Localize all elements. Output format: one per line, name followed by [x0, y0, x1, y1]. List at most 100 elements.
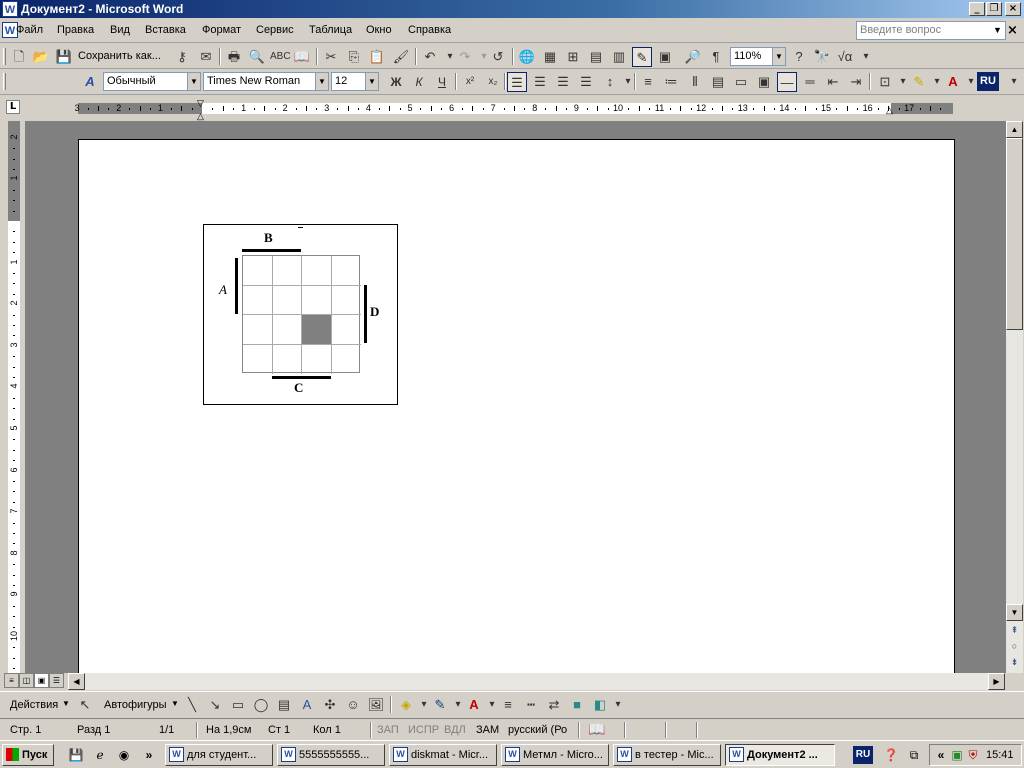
toolbar-grip[interactable] [3, 48, 6, 65]
text-box-tool-icon[interactable]: ▤ [274, 695, 294, 715]
frame-icon[interactable]: ▭ [731, 72, 751, 92]
select-objects-icon[interactable]: ↖ [75, 695, 95, 715]
browse-object-icon[interactable]: ○ [1006, 641, 1023, 656]
textbox-icon[interactable]: ▣ [754, 72, 774, 92]
scroll-down-icon[interactable]: ▼ [1006, 604, 1023, 621]
next-page-icon[interactable]: ⇟ [1006, 657, 1023, 672]
start-button[interactable]: Пуск [2, 744, 54, 766]
tab-stop-selector[interactable]: L [6, 100, 20, 114]
insert-excel-icon[interactable]: ▤ [586, 47, 606, 67]
draw-font-color-icon[interactable]: A [464, 695, 484, 715]
taskbar-item-active[interactable]: W Документ2 ... [725, 744, 835, 766]
line-color-icon[interactable]: ✎ [430, 695, 450, 715]
email-icon[interactable]: ✉ [196, 47, 216, 67]
toolbar-options-icon[interactable]: ▾ [608, 695, 628, 715]
actions-menu[interactable]: Действия [10, 699, 58, 711]
left-indent-marker[interactable]: △ [197, 112, 204, 121]
menu-insert[interactable]: Вставка [145, 24, 186, 36]
close-document-button[interactable]: × [1004, 22, 1021, 39]
horizontal-scrollbar[interactable]: ◀ ▶ [68, 673, 1005, 690]
outline-view-icon[interactable]: ☰ [49, 673, 64, 688]
quicklaunch-more-icon[interactable]: » [140, 746, 158, 764]
web-view-icon[interactable]: ◫ [19, 673, 34, 688]
previous-page-icon[interactable]: ⇞ [1006, 625, 1023, 640]
clipart-icon[interactable]: ☺ [343, 695, 363, 715]
chevron-down-icon[interactable]: ▼ [772, 48, 785, 65]
undo-icon[interactable]: ↶ [420, 47, 440, 67]
border-icon[interactable]: ▤ [708, 72, 728, 92]
quicklaunch-desktop-icon[interactable]: 💾 [67, 746, 85, 764]
align-left-icon[interactable]: ☰ [507, 72, 527, 92]
close-button[interactable]: × [1005, 2, 1021, 16]
taskbar-item[interactable]: W Метмл - Micro... [501, 744, 609, 766]
taskbar-item[interactable]: Wв тестер - Mic... [613, 744, 721, 766]
permission-icon[interactable]: ⚷ [172, 47, 192, 67]
taskbar-item[interactable]: Wдля студент... [165, 744, 273, 766]
spelling-status-icon[interactable]: 📖 [588, 721, 605, 738]
help-tray-icon[interactable]: ❓ [882, 746, 900, 764]
vertical-scrollbar[interactable]: ▲ ▼ [1006, 121, 1023, 673]
highlight-icon[interactable]: ✎ [909, 72, 929, 92]
thumbnails-icon[interactable]: 🔎 [683, 47, 703, 67]
restore-button[interactable]: ❐ [986, 2, 1002, 16]
language-indicator[interactable]: RU [853, 746, 873, 764]
oval-tool-icon[interactable]: ◯ [251, 695, 271, 715]
window-switch-icon[interactable]: ⧉ [905, 746, 923, 764]
quicklaunch-ie-icon[interactable]: ℯ [91, 746, 109, 764]
word-app-icon[interactable]: W [2, 1, 18, 17]
research-icon[interactable]: 📖 [292, 47, 312, 67]
toolbar-options-icon[interactable]: ▾ [1004, 72, 1024, 92]
document-page[interactable]: B A D C [78, 139, 955, 673]
fill-color-icon[interactable]: ◈ [396, 695, 416, 715]
align-center-icon[interactable]: ☰ [530, 72, 550, 92]
columns-format-icon[interactable]: ⫴ [685, 72, 705, 92]
justify-icon[interactable]: ☰ [576, 72, 596, 92]
quicklaunch-media-icon[interactable]: ◉ [115, 746, 133, 764]
copy-icon[interactable]: ⎘ [344, 47, 364, 67]
save-as-button[interactable]: Сохранить как... [78, 50, 161, 62]
print-preview-icon[interactable]: 🔍 [247, 47, 267, 67]
numbering-icon[interactable]: ≡ [638, 72, 658, 92]
tables-borders-icon[interactable]: ▦ [540, 47, 560, 67]
language-badge[interactable]: RU [977, 72, 999, 91]
show-formatting-icon[interactable]: ¶ [706, 47, 726, 67]
hyperlink-icon[interactable]: 🌐 [517, 47, 537, 67]
right-indent-marker[interactable]: △ [886, 106, 893, 115]
italic-button[interactable]: К [409, 72, 429, 92]
arrow-tool-icon[interactable]: ↘ [205, 695, 225, 715]
autoshapes-menu[interactable]: Автофигуры [104, 699, 167, 711]
status-language[interactable]: русский (Ро [508, 724, 567, 736]
dash-style-icon[interactable]: ┅ [521, 695, 541, 715]
arrow-style-icon[interactable]: ⇄ [544, 695, 564, 715]
chevron-down-icon[interactable]: ▼ [62, 699, 70, 708]
ask-question-input[interactable]: Введите вопрос [856, 21, 1006, 40]
bold-button[interactable]: Ж [386, 72, 406, 92]
font-select[interactable]: Times New Roman ▼ [203, 72, 329, 91]
font-color-icon[interactable]: A [943, 72, 963, 92]
security-tray-icon[interactable]: ⛨ [964, 746, 982, 764]
menu-tools[interactable]: Сервис [256, 24, 294, 36]
first-line-indent-marker[interactable]: ▽ [197, 99, 204, 108]
normal-view-icon[interactable]: ≡ [4, 673, 19, 688]
drawing-toggle-icon[interactable]: ✎ [632, 47, 652, 67]
ask-question-dropdown-icon[interactable]: ▼ [990, 22, 1005, 39]
menu-view[interactable]: Вид [110, 24, 130, 36]
repeat-icon[interactable]: ↺ [488, 47, 508, 67]
print-icon[interactable]: 🖶 [224, 47, 244, 67]
menu-format[interactable]: Формат [202, 24, 241, 36]
scroll-left-icon[interactable]: ◀ [68, 673, 85, 690]
picture-icon[interactable]: 🖼 [366, 695, 386, 715]
columns-icon[interactable]: ▥ [609, 47, 629, 67]
help-icon[interactable]: ? [789, 47, 809, 67]
line-tool-icon[interactable]: ╲ [182, 695, 202, 715]
open-icon[interactable]: 📂 [31, 47, 51, 67]
underline-button[interactable]: Ч [432, 72, 452, 92]
toolbar-options-icon[interactable]: ▾ [856, 47, 876, 67]
wordart-icon[interactable]: A [297, 695, 317, 715]
menu-file[interactable]: Файл [16, 24, 43, 36]
align-right-icon[interactable]: ☰ [553, 72, 573, 92]
style-select[interactable]: Обычный ▼ [103, 72, 201, 91]
bullets-icon[interactable]: ≔ [661, 72, 681, 92]
menu-window[interactable]: Окно [366, 24, 392, 36]
chevron-down-icon[interactable]: ▼ [315, 73, 328, 90]
